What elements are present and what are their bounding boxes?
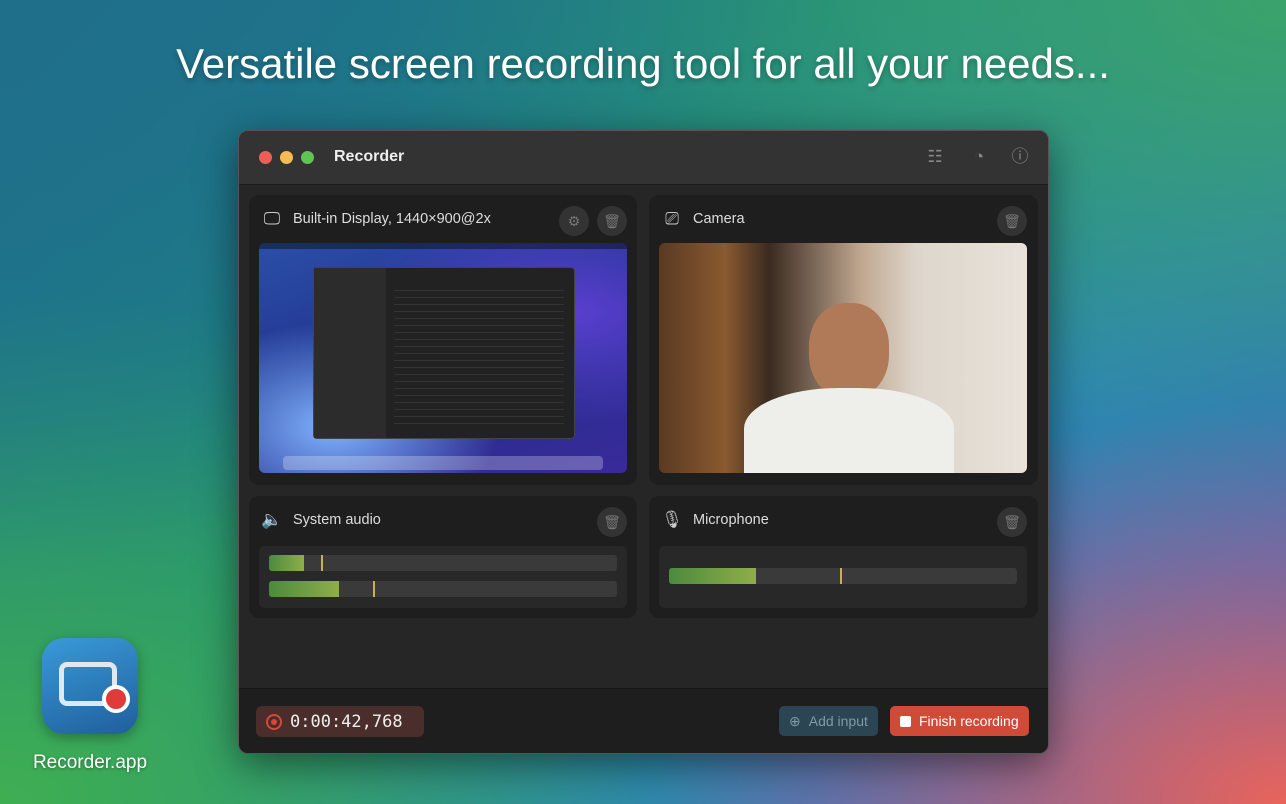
plus-circle-icon: ⊕ <box>789 712 801 729</box>
layout-icon[interactable]: ☷ <box>924 146 946 168</box>
microphone-panel: 🎙 Microphone 🗑 <box>649 496 1038 618</box>
info-icon[interactable]: ⓘ <box>1009 146 1031 168</box>
speedometer-icon[interactable]: ◔ <box>968 146 990 168</box>
display-input-panel: 🖵 Built-in Display, 1440×900@2x ⚙ 🗑 <box>249 195 637 485</box>
headline: Versatile screen recording tool for all … <box>176 40 1110 87</box>
camera-delete-button[interactable]: 🗑 <box>997 206 1027 236</box>
close-button[interactable] <box>259 151 272 164</box>
camera-label: Camera <box>693 211 745 227</box>
microphone-icon: 🎙 <box>661 510 683 529</box>
microphone-label: Microphone <box>693 512 769 528</box>
display-icon: 🖵 <box>263 209 281 228</box>
level-meter <box>669 568 1017 584</box>
display-label: Built-in Display, 1440×900@2x <box>293 211 491 227</box>
system-audio-label: System audio <box>293 512 381 528</box>
app-label: Recorder.app <box>32 752 148 773</box>
display-settings-button[interactable]: ⚙ <box>559 206 589 236</box>
finish-recording-button[interactable]: Finish recording <box>890 706 1029 736</box>
system-audio-panel: 🔈 System audio 🗑 <box>249 496 637 618</box>
screen-preview <box>259 243 627 473</box>
microphone-delete-button[interactable]: 🗑 <box>997 507 1027 537</box>
system-audio-meters <box>259 546 627 608</box>
finish-recording-label: Finish recording <box>919 713 1019 729</box>
add-input-button[interactable]: ⊕ Add input <box>779 706 878 736</box>
speaker-icon: 🔈 <box>261 510 283 529</box>
camera-icon: ⎚ <box>665 209 679 228</box>
microphone-meters <box>659 546 1027 608</box>
recorder-window: Recorder ☷ ◔ ⓘ 🖵 Built-in Display, 1440×9… <box>238 130 1049 754</box>
display-delete-button[interactable]: 🗑 <box>597 206 627 236</box>
window-title: Recorder <box>334 148 405 165</box>
system-audio-delete-button[interactable]: 🗑 <box>597 507 627 537</box>
minimize-button[interactable] <box>280 151 293 164</box>
camera-preview <box>659 243 1027 473</box>
timer-value: 0:00:42,768 <box>290 711 403 732</box>
zoom-button[interactable] <box>301 151 314 164</box>
level-meter <box>269 581 617 597</box>
footer-bar: 0:00:42,768 ⊕ Add input Finish recording <box>239 688 1048 753</box>
title-bar: Recorder ☷ ◔ ⓘ <box>239 131 1048 185</box>
record-indicator-icon <box>266 713 282 730</box>
recording-timer: 0:00:42,768 <box>256 706 424 737</box>
stop-icon <box>900 715 911 727</box>
recorder-app-icon[interactable] <box>42 638 138 734</box>
camera-input-panel: ⎚ Camera 🗑 <box>649 195 1038 485</box>
level-meter <box>269 555 617 571</box>
add-input-label: Add input <box>808 713 868 729</box>
